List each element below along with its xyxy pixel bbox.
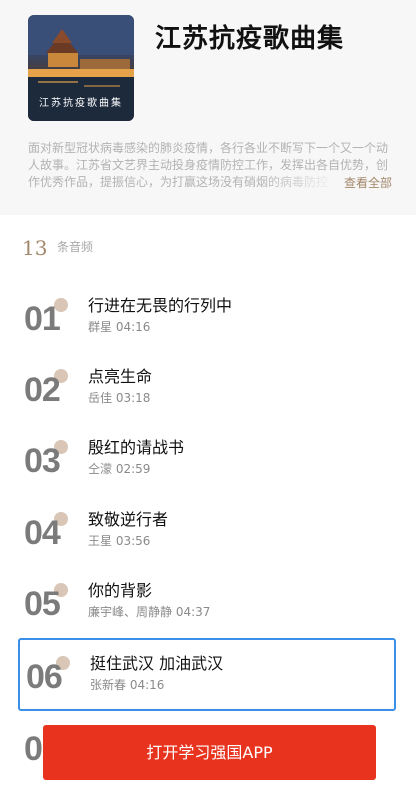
track-number: 01	[24, 300, 61, 338]
track-meta: 仝濛 02:59	[88, 462, 151, 476]
track-meta: 张新春 04:16	[90, 678, 165, 692]
track-item[interactable]: 01 行进在无畏的行列中 群星 04:16	[18, 282, 396, 355]
track-title: 致敬逆行者	[88, 510, 169, 529]
open-app-button[interactable]: 打开学习强国APP	[43, 725, 376, 780]
track-item[interactable]: 03 殷红的请战书 仝濛 02:59	[18, 424, 396, 497]
album-header: 江苏抗疫歌曲集 江苏抗疫歌曲集 面对新型冠状病毒感染的肺炎疫情，各行各业不断写下…	[0, 0, 416, 215]
track-title: 你的背影	[88, 581, 153, 600]
track-number-partial: 0	[24, 730, 43, 768]
track-number: 05	[24, 585, 61, 623]
track-meta: 廉宇峰、周静静 04:37	[88, 605, 211, 619]
track-item[interactable]: 04 致敬逆行者 王星 03:56	[18, 496, 396, 569]
track-item[interactable]: 02 点亮生命 岳佳 03:18	[18, 353, 396, 426]
track-item[interactable]: 05 你的背影 廉宇峰、周静静 04:37	[18, 567, 396, 640]
track-number: 06	[26, 658, 63, 696]
album-cover: 江苏抗疫歌曲集	[28, 15, 134, 121]
track-count: 13	[22, 236, 48, 260]
track-meta: 群星 04:16	[88, 320, 151, 334]
description-fade	[260, 172, 340, 192]
track-title: 行进在无畏的行列中	[88, 296, 233, 315]
track-count-label: 条音频	[57, 240, 94, 254]
track-title: 点亮生命	[88, 367, 153, 386]
track-number: 04	[24, 514, 61, 552]
track-title: 殷红的请战书	[88, 438, 185, 457]
view-all-link[interactable]: 查看全部	[339, 174, 392, 191]
track-number: 03	[24, 442, 61, 480]
track-number: 02	[24, 371, 61, 409]
cover-caption: 江苏抗疫歌曲集	[39, 98, 123, 109]
track-title: 挺住武汉 加油武汉	[90, 654, 224, 673]
track-item-selected[interactable]: 06 挺住武汉 加油武汉 张新春 04:16	[18, 638, 396, 711]
track-meta: 王星 03:56	[88, 534, 151, 548]
album-title: 江苏抗疫歌曲集	[155, 24, 345, 54]
track-meta: 岳佳 03:18	[88, 391, 151, 405]
